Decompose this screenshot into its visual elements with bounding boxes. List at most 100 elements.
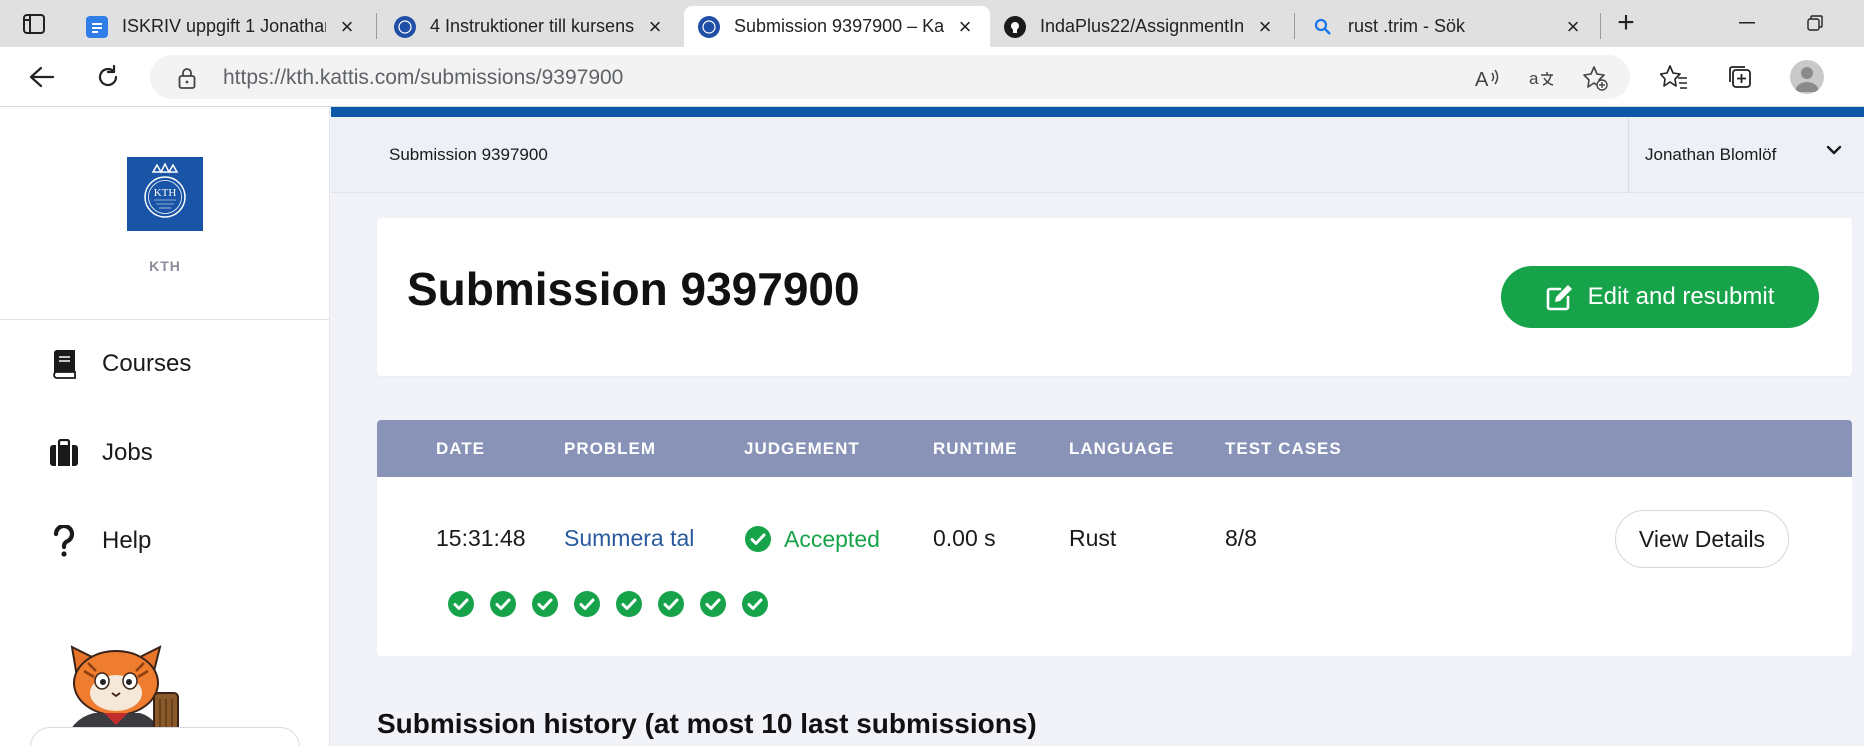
kth-logo[interactable]: KTH: [127, 157, 203, 231]
user-menu[interactable]: Jonathan Blomlöf: [1628, 117, 1864, 193]
test-case-results: [447, 590, 783, 618]
github-icon: [1004, 15, 1026, 38]
svg-text:A: A: [1475, 69, 1489, 89]
sidebar-item-help[interactable]: Help: [48, 521, 151, 561]
restore-icon: [1807, 15, 1823, 31]
edit-and-resubmit-button[interactable]: Edit and resubmit: [1501, 266, 1819, 328]
tab-search[interactable]: rust .trim - Sök ×: [1298, 6, 1598, 47]
kth-logo-icon: KTH: [144, 162, 186, 218]
column-header-date: DATE: [436, 439, 486, 458]
test-case-passed-icon[interactable]: [447, 590, 475, 618]
tab-separator: [1600, 13, 1601, 39]
column-header-language: LANGUAGE: [1069, 439, 1175, 458]
breadcrumb-bar: Submission 9397900 Jonathan Blomlöf: [331, 117, 1864, 193]
refresh-button[interactable]: [90, 59, 126, 95]
problem-link[interactable]: Summera tal: [564, 525, 694, 552]
collections-button[interactable]: [1722, 59, 1758, 95]
submission-table: DATE PROBLEM JUDGEMENT RUNTIME LANGUAGE …: [377, 420, 1852, 656]
add-favorite-icon[interactable]: [1582, 65, 1608, 91]
close-icon[interactable]: ×: [336, 14, 358, 39]
kth-favicon-icon: [698, 15, 720, 38]
new-tab-button[interactable]: +: [1610, 8, 1642, 38]
sidebar-item-label: Help: [102, 527, 152, 554]
page-title: Submission 9397900: [407, 263, 860, 315]
favorites-icon: [1660, 65, 1687, 89]
google-docs-icon: [86, 15, 108, 38]
close-icon[interactable]: ×: [644, 14, 666, 39]
tab-github[interactable]: IndaPlus22/AssignmentIns ×: [990, 6, 1290, 47]
svg-text:a: a: [1529, 69, 1539, 88]
cell-runtime: 0.00 s: [933, 525, 996, 551]
address-bar: https://kth.kattis.com/submissions/93979…: [0, 47, 1864, 107]
test-case-passed-icon[interactable]: [615, 590, 643, 618]
sidebar-divider: [0, 319, 330, 320]
close-icon[interactable]: ×: [1562, 14, 1584, 39]
sidebar-footer-card: [30, 727, 300, 746]
close-icon[interactable]: ×: [1254, 14, 1276, 39]
test-case-passed-icon[interactable]: [699, 590, 727, 618]
top-accent-stripe: [331, 107, 1864, 117]
column-header-test-cases: TEST CASES: [1225, 439, 1342, 458]
search-icon: [1312, 16, 1334, 38]
restore-button[interactable]: [1790, 8, 1840, 38]
tab-instruktioner[interactable]: 4 Instruktioner till kursens ×: [380, 6, 680, 47]
browser-tab-bar: ISKRIV uppgift 1 Jonathan × 4 Instruktio…: [0, 0, 1864, 47]
back-button[interactable]: [24, 59, 60, 95]
tab-title: IndaPlus22/AssignmentIns: [1040, 16, 1244, 36]
tab-title: Submission 9397900 – Kat: [734, 16, 944, 36]
column-header-runtime: RUNTIME: [933, 439, 1018, 458]
cell-date: 15:31:48: [436, 525, 526, 551]
url-field[interactable]: https://kth.kattis.com/submissions/93979…: [150, 55, 1630, 99]
minimize-button[interactable]: [1722, 8, 1772, 38]
arrow-left-icon: [29, 66, 55, 88]
breadcrumb: Submission 9397900: [389, 145, 548, 164]
url-text: https://kth.kattis.com/submissions/93979…: [223, 66, 624, 89]
edit-icon: [1546, 285, 1572, 311]
sidebar-item-label: Jobs: [102, 439, 153, 466]
translate-icon[interactable]: a: [1529, 65, 1555, 91]
person-icon: [1795, 67, 1819, 92]
tab-actions-button[interactable]: [14, 9, 54, 39]
favorites-button[interactable]: [1656, 59, 1692, 95]
lock-icon: [178, 68, 196, 89]
test-case-passed-icon[interactable]: [573, 590, 601, 618]
column-header-problem: PROBLEM: [564, 439, 656, 458]
read-aloud-icon[interactable]: A: [1475, 65, 1501, 91]
book-icon: [48, 348, 80, 380]
briefcase-icon: [48, 437, 80, 469]
table-header: DATE PROBLEM JUDGEMENT RUNTIME LANGUAGE …: [377, 420, 1852, 477]
main-content: Submission 9397900 Jonathan Blomlöf Subm…: [331, 107, 1864, 746]
chevron-down-icon: [1826, 145, 1842, 155]
tab-separator: [376, 13, 377, 39]
sidebar-item-jobs[interactable]: Jobs: [48, 433, 153, 473]
submission-header-card: Submission 9397900 Edit and resubmit: [377, 218, 1852, 376]
submission-history-heading: Submission history (at most 10 last subm…: [377, 708, 1037, 739]
collections-icon: [1729, 66, 1751, 88]
judgement-status: Accepted: [784, 525, 880, 552]
test-case-passed-icon[interactable]: [741, 590, 769, 618]
check-circle-icon: [745, 526, 771, 552]
refresh-icon: [98, 64, 118, 87]
logo-caption: KTH: [149, 258, 181, 274]
test-case-passed-icon[interactable]: [489, 590, 517, 618]
tab-actions-icon: [23, 14, 45, 34]
view-details-button[interactable]: View Details: [1615, 510, 1789, 568]
test-case-passed-icon[interactable]: [657, 590, 685, 618]
profile-avatar[interactable]: [1790, 60, 1824, 94]
tab-submission[interactable]: Submission 9397900 – Kat ×: [684, 6, 990, 47]
cell-test-cases: 8/8: [1225, 525, 1257, 551]
tab-title: ISKRIV uppgift 1 Jonathan: [122, 16, 326, 36]
close-icon[interactable]: ×: [954, 14, 976, 39]
cell-judgement: Accepted: [744, 525, 880, 553]
svg-text:KTH: KTH: [154, 187, 177, 199]
sidebar-item-courses[interactable]: Courses: [48, 344, 191, 384]
question-icon: [48, 525, 80, 557]
tab-iskriv[interactable]: ISKRIV uppgift 1 Jonathan ×: [72, 6, 372, 47]
test-case-passed-icon[interactable]: [531, 590, 559, 618]
sidebar-item-label: Courses: [102, 350, 192, 377]
minimize-icon: [1739, 22, 1755, 24]
tab-title: 4 Instruktioner till kursens: [430, 16, 634, 36]
button-label: Edit and resubmit: [1587, 283, 1775, 310]
kth-favicon-icon: [394, 15, 416, 38]
sidebar: KTH KTH Courses Jobs Help: [0, 107, 330, 746]
